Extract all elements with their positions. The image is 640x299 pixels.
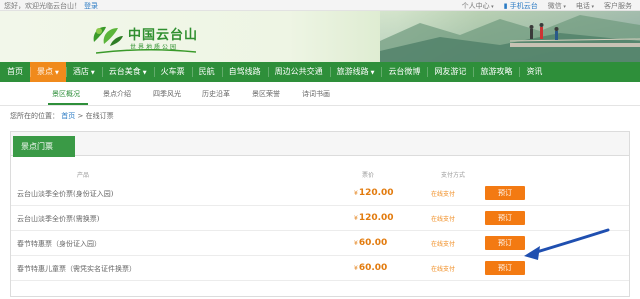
top-links: 个人中心 ▮ 手机云台 微信 电话 客户服务: [462, 1, 632, 11]
book-button[interactable]: 预订: [485, 186, 525, 200]
nav-item-weibo[interactable]: 云台微博: [381, 62, 427, 82]
payment-method: 在线支付: [431, 191, 456, 198]
ticket-price-value: 120.00: [358, 188, 394, 198]
nav-item-guide[interactable]: 旅游攻略: [473, 62, 519, 82]
top-utility-bar: 您好，欢迎光临云台山！登录 个人中心 ▮ 手机云台 微信 电话 客户服务: [0, 0, 640, 11]
subnav-item-attractions[interactable]: 景点介绍: [103, 89, 131, 99]
nav-item-transit[interactable]: 周边公共交通: [267, 62, 330, 82]
logo-title: 中国云台山: [128, 28, 199, 43]
subnav-active-indicator: [48, 103, 88, 105]
subnav-item-honors[interactable]: 景区荣誉: [252, 89, 280, 99]
subnav-item-poetry[interactable]: 诗词书画: [302, 89, 330, 99]
nav-label: 周边公共交通: [274, 67, 323, 76]
nav-item-flight[interactable]: 民航: [191, 62, 222, 82]
ticket-name: 春节特惠票（身份证入园）: [17, 240, 101, 248]
annotation-arrow-icon: [524, 228, 610, 260]
chevron-down-icon: ▼: [90, 70, 95, 76]
ticket-price: ¥60.00: [354, 263, 387, 273]
ticket-price-value: 120.00: [358, 213, 394, 223]
ticket-price-value: 60.00: [358, 263, 388, 273]
nav-item-routes[interactable]: 旅游线路 ▼: [329, 62, 382, 82]
nav-item-food[interactable]: 云台美食 ▼: [101, 62, 154, 82]
nav-item-scenic[interactable]: 景点 ▼: [30, 62, 66, 82]
ticket-table-header: 产品 票价 支付方式: [11, 168, 629, 181]
subnav-item-seasons[interactable]: 四季风光: [153, 89, 181, 99]
book-button[interactable]: 预订: [485, 236, 525, 250]
currency-symbol: ¥: [354, 190, 358, 197]
book-button[interactable]: 预订: [485, 261, 525, 275]
nav-label: 自驾线路: [228, 67, 261, 76]
sub-nav: 景区概况 景点介绍 四季风光 历史沿革 景区荣誉 诗词书画: [0, 82, 640, 106]
greeting: 您好，欢迎光临云台山！ 登录: [4, 1, 98, 11]
main-nav: 首页 景点 ▼ 酒店 ▼ 云台美食 ▼ 火车票 民航 自驾线路 周边公共交通 旅游线路…: [0, 62, 640, 82]
subnav-item-overview[interactable]: 景区概况: [52, 89, 80, 99]
book-button[interactable]: 预订: [485, 211, 525, 225]
nav-item-news[interactable]: 资讯: [519, 62, 549, 82]
ticket-panel: 景点门票 产品 票价 支付方式 云台山淡季全价票(身份证入园) ¥120.00 …: [10, 131, 630, 297]
nav-item-hotel[interactable]: 酒店 ▼: [65, 62, 102, 82]
ticket-price: ¥120.00: [354, 188, 394, 198]
wechat-link[interactable]: 微信: [548, 1, 566, 11]
payment-method: 在线支付: [431, 241, 456, 248]
nav-label: 旅游攻略: [480, 67, 513, 76]
phone-link[interactable]: 电话: [576, 1, 594, 11]
breadcrumb-home-link[interactable]: 首页: [61, 112, 75, 120]
nav-item-travelogue[interactable]: 网友游记: [427, 62, 473, 82]
payment-method: 在线支付: [431, 216, 456, 223]
mobile-link-label: 手机云台: [509, 2, 538, 10]
ticket-price-value: 60.00: [358, 238, 388, 248]
currency-symbol: ¥: [354, 240, 358, 247]
nav-label: 云台微博: [388, 67, 421, 76]
greeting-text: 您好，欢迎光临云台山！: [4, 2, 81, 10]
payment-method: 在线支付: [431, 266, 456, 273]
nav-item-train[interactable]: 火车票: [153, 62, 192, 82]
ticket-panel-header: 景点门票: [11, 132, 629, 157]
personal-center-link[interactable]: 个人中心: [462, 1, 494, 11]
chevron-down-icon: ▼: [55, 70, 59, 76]
nav-label: 景点: [37, 67, 53, 76]
currency-symbol: ¥: [354, 215, 358, 222]
ticket-name: 春节特惠儿童票（需凭实名证件换票）: [17, 265, 136, 273]
logo-swoosh: [96, 49, 196, 54]
header-banner: 中国云台山 世界地质公园: [0, 11, 640, 62]
ticket-price: ¥60.00: [354, 238, 387, 248]
chevron-down-icon: ▼: [370, 70, 375, 76]
login-link[interactable]: 登录: [84, 2, 98, 10]
nav-label: 民航: [198, 67, 215, 76]
column-price: 票价: [362, 172, 375, 179]
chevron-down-icon: ▼: [142, 70, 147, 76]
ticket-name: 云台山淡季全价票(身份证入园): [17, 190, 114, 198]
breadcrumb-current: 在线订票: [85, 112, 114, 120]
tab-scenic-tickets[interactable]: 景点门票: [13, 136, 75, 157]
breadcrumb-separator: >: [77, 112, 84, 120]
nav-label: 旅游线路: [336, 67, 369, 76]
nav-label: 网友游记: [434, 67, 467, 76]
banner-scenery-image: [380, 11, 640, 62]
breadcrumb-prefix: 您所在的位置：: [10, 112, 59, 120]
currency-symbol: ¥: [354, 265, 358, 272]
ticket-price: ¥120.00: [354, 213, 394, 223]
column-payment: 支付方式: [441, 172, 466, 179]
column-product: 产品: [77, 172, 90, 179]
nav-label: 火车票: [160, 67, 185, 76]
breadcrumb: 您所在的位置： 首页 > 在线订票: [10, 111, 114, 121]
nav-label: 首页: [7, 67, 23, 76]
customer-service-link[interactable]: 客户服务: [604, 1, 632, 11]
ticket-name: 云台山淡季全价票(需换票): [17, 215, 100, 223]
nav-item-self-drive[interactable]: 自驾线路: [221, 62, 268, 82]
nav-label: 资讯: [526, 67, 543, 76]
nav-label: 云台美食: [108, 67, 141, 76]
ticket-row: 云台山淡季全价票(身份证入园) ¥120.00 在线支付 预订: [11, 181, 629, 206]
nav-label: 酒店: [72, 67, 89, 76]
nav-item-home[interactable]: 首页: [0, 62, 30, 82]
mobile-link[interactable]: ▮ 手机云台: [504, 1, 538, 11]
leaf-logo-icon[interactable]: [90, 22, 124, 48]
subnav-item-history[interactable]: 历史沿革: [202, 89, 230, 99]
